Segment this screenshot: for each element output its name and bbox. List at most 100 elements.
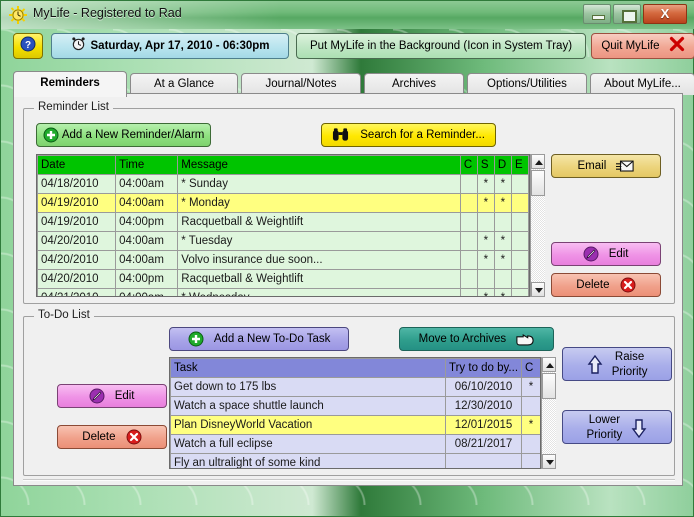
reminder-scroll-down-button[interactable] (531, 282, 545, 297)
todo-cell-task: Watch a space shuttle launch (171, 397, 446, 416)
reminder-col-d[interactable]: D (494, 156, 511, 175)
svg-text:?: ? (25, 40, 31, 51)
raise-priority-button[interactable]: Raise Priority (562, 347, 672, 381)
delete-todo-button[interactable]: Delete (57, 425, 167, 449)
reminder-col-time[interactable]: Time (116, 156, 178, 175)
edit-reminder-label: Edit (609, 243, 629, 265)
reminder-cell-date: 04/20/2010 (38, 270, 116, 289)
table-row[interactable]: 04/20/201004:00am* Tuesday** (38, 232, 529, 251)
info-button[interactable]: ? (13, 33, 43, 59)
todo-scroll-down-button[interactable] (542, 454, 556, 469)
add-todo-label: Add a New To-Do Task (214, 328, 331, 350)
reminder-col-s[interactable]: S (477, 156, 494, 175)
alarm-clock-icon (71, 36, 86, 51)
delete-reminder-button[interactable]: Delete (551, 273, 661, 297)
todo-cell-due: 08/21/2017 (446, 435, 522, 454)
add-todo-button[interactable]: Add a New To-Do Task (169, 327, 349, 351)
lower-priority-button[interactable]: Lower Priority (562, 410, 672, 444)
todo-col-due[interactable]: Try to do by... (446, 359, 522, 378)
search-reminder-button[interactable]: Search for a Reminder... (321, 123, 496, 147)
tab-panel-reminders: Reminder List Add a New Reminder/Alarm (13, 93, 683, 486)
reminder-cell-date: 04/20/2010 (38, 251, 116, 270)
tab-archives[interactable]: Archives (364, 73, 464, 95)
reminder-col-c[interactable]: C (460, 156, 477, 175)
todo-cell-due (446, 454, 522, 470)
todo-cell-due: 12/01/2015 (446, 416, 522, 435)
reminder-cell-e (511, 175, 528, 194)
tab-journal-notes[interactable]: Journal/Notes (241, 73, 361, 95)
move-to-archives-button[interactable]: Move to Archives (399, 327, 554, 351)
reminder-cell-time: 04:00pm (116, 270, 178, 289)
todo-scroll-thumb[interactable] (542, 373, 556, 399)
edit-reminder-button[interactable]: Edit (551, 242, 661, 266)
search-reminder-label: Search for a Reminder... (360, 124, 485, 146)
list-item[interactable]: Plan DisneyWorld Vacation12/01/2015* (171, 416, 541, 435)
maximize-button[interactable] (613, 4, 641, 24)
add-reminder-button[interactable]: Add a New Reminder/Alarm (36, 123, 211, 147)
reminder-header-row: Date Time Message C S D E (38, 156, 529, 175)
background-button[interactable]: Put MyLife in the Background (Icon in Sy… (296, 33, 586, 59)
datetime-button[interactable]: Saturday, Apr 17, 2010 - 06:30pm (51, 33, 289, 59)
reminder-cell-d: * (494, 175, 511, 194)
toolbar: ? Saturday, Apr 17, 2010 - 06:30pm Put M… (13, 33, 683, 63)
todo-cell-task: Plan DisneyWorld Vacation (171, 416, 446, 435)
list-item[interactable]: Fly an ultralight of some kind (171, 454, 541, 470)
reminder-scroll-up-button[interactable] (531, 154, 545, 169)
title-bar[interactable]: MyLife - Registered to Rad X (1, 1, 694, 29)
plus-circle-icon (188, 331, 204, 347)
close-button[interactable]: X (643, 4, 687, 24)
reminder-col-e[interactable]: E (511, 156, 528, 175)
todo-header-row: Task Try to do by... C (171, 359, 541, 378)
reminder-col-message[interactable]: Message (178, 156, 461, 175)
todo-col-task[interactable]: Task (171, 359, 446, 378)
reminder-cell-c (460, 213, 477, 232)
edit-todo-button[interactable]: Edit (57, 384, 167, 408)
table-row[interactable]: 04/19/201004:00pmRacquetball & Weightlif… (38, 213, 529, 232)
minimize-button[interactable] (583, 4, 611, 24)
reminder-cell-e (511, 232, 528, 251)
delete-todo-label: Delete (82, 426, 115, 448)
delete-reminder-label: Delete (576, 274, 609, 296)
table-row[interactable]: 04/21/201004:00am* Wednesday** (38, 289, 529, 298)
panel-bottom-strip (23, 479, 675, 481)
tab-at-a-glance[interactable]: At a Glance (130, 73, 238, 95)
reminder-cell-date: 04/18/2010 (38, 175, 116, 194)
reminder-cell-date: 04/19/2010 (38, 194, 116, 213)
todo-list-title: To-Do List (34, 309, 94, 321)
list-item[interactable]: Get down to 175 lbs06/10/2010* (171, 378, 541, 397)
todo-cell-task: Fly an ultralight of some kind (171, 454, 446, 470)
table-row[interactable]: 04/20/201004:00pmRacquetball & Weightlif… (38, 270, 529, 289)
table-row[interactable]: 04/19/201004:00am* Monday** (38, 194, 529, 213)
reminder-scroll-thumb[interactable] (531, 170, 545, 196)
todo-table[interactable]: Task Try to do by... C Get down to 175 l… (169, 357, 541, 469)
todo-col-c[interactable]: C (522, 359, 541, 378)
lower-priority-label-1: Lower (587, 413, 623, 428)
reminder-cell-s (477, 270, 494, 289)
list-item[interactable]: Watch a space shuttle launch12/30/2010 (171, 397, 541, 416)
move-to-archives-label: Move to Archives (419, 328, 507, 350)
todo-scrollbar[interactable] (541, 357, 556, 469)
table-row[interactable]: 04/18/201004:00am* Sunday** (38, 175, 529, 194)
list-item[interactable]: Watch a full eclipse08/21/2017 (171, 435, 541, 454)
red-x-circle-icon (126, 429, 142, 445)
reminder-cell-d: * (494, 251, 511, 270)
email-reminder-button[interactable]: Email (551, 154, 661, 178)
reminder-cell-time: 04:00pm (116, 213, 178, 232)
table-row[interactable]: 04/20/201004:00amVolvo insurance due soo… (38, 251, 529, 270)
tab-about-mylife[interactable]: About MyLife... (590, 73, 694, 95)
reminder-cell-s (477, 213, 494, 232)
reminder-cell-message: * Monday (178, 194, 461, 213)
reminder-cell-message: Racquetball & Weightlift (178, 270, 461, 289)
quit-button[interactable]: Quit MyLife (591, 33, 694, 59)
raise-priority-label-2: Priority (612, 365, 648, 380)
reminder-scrollbar[interactable] (530, 154, 545, 297)
todo-cell-c (522, 435, 541, 454)
reminder-table[interactable]: Date Time Message C S D E 04/18/201004:0… (36, 154, 530, 297)
red-x-circle-icon (620, 277, 636, 293)
todo-cell-due: 12/30/2010 (446, 397, 522, 416)
tab-reminders[interactable]: Reminders (13, 71, 127, 97)
maximize-icon (622, 10, 637, 23)
todo-scroll-up-button[interactable] (542, 357, 556, 372)
reminder-col-date[interactable]: Date (38, 156, 116, 175)
tab-options-utilities[interactable]: Options/Utilities (467, 73, 587, 95)
